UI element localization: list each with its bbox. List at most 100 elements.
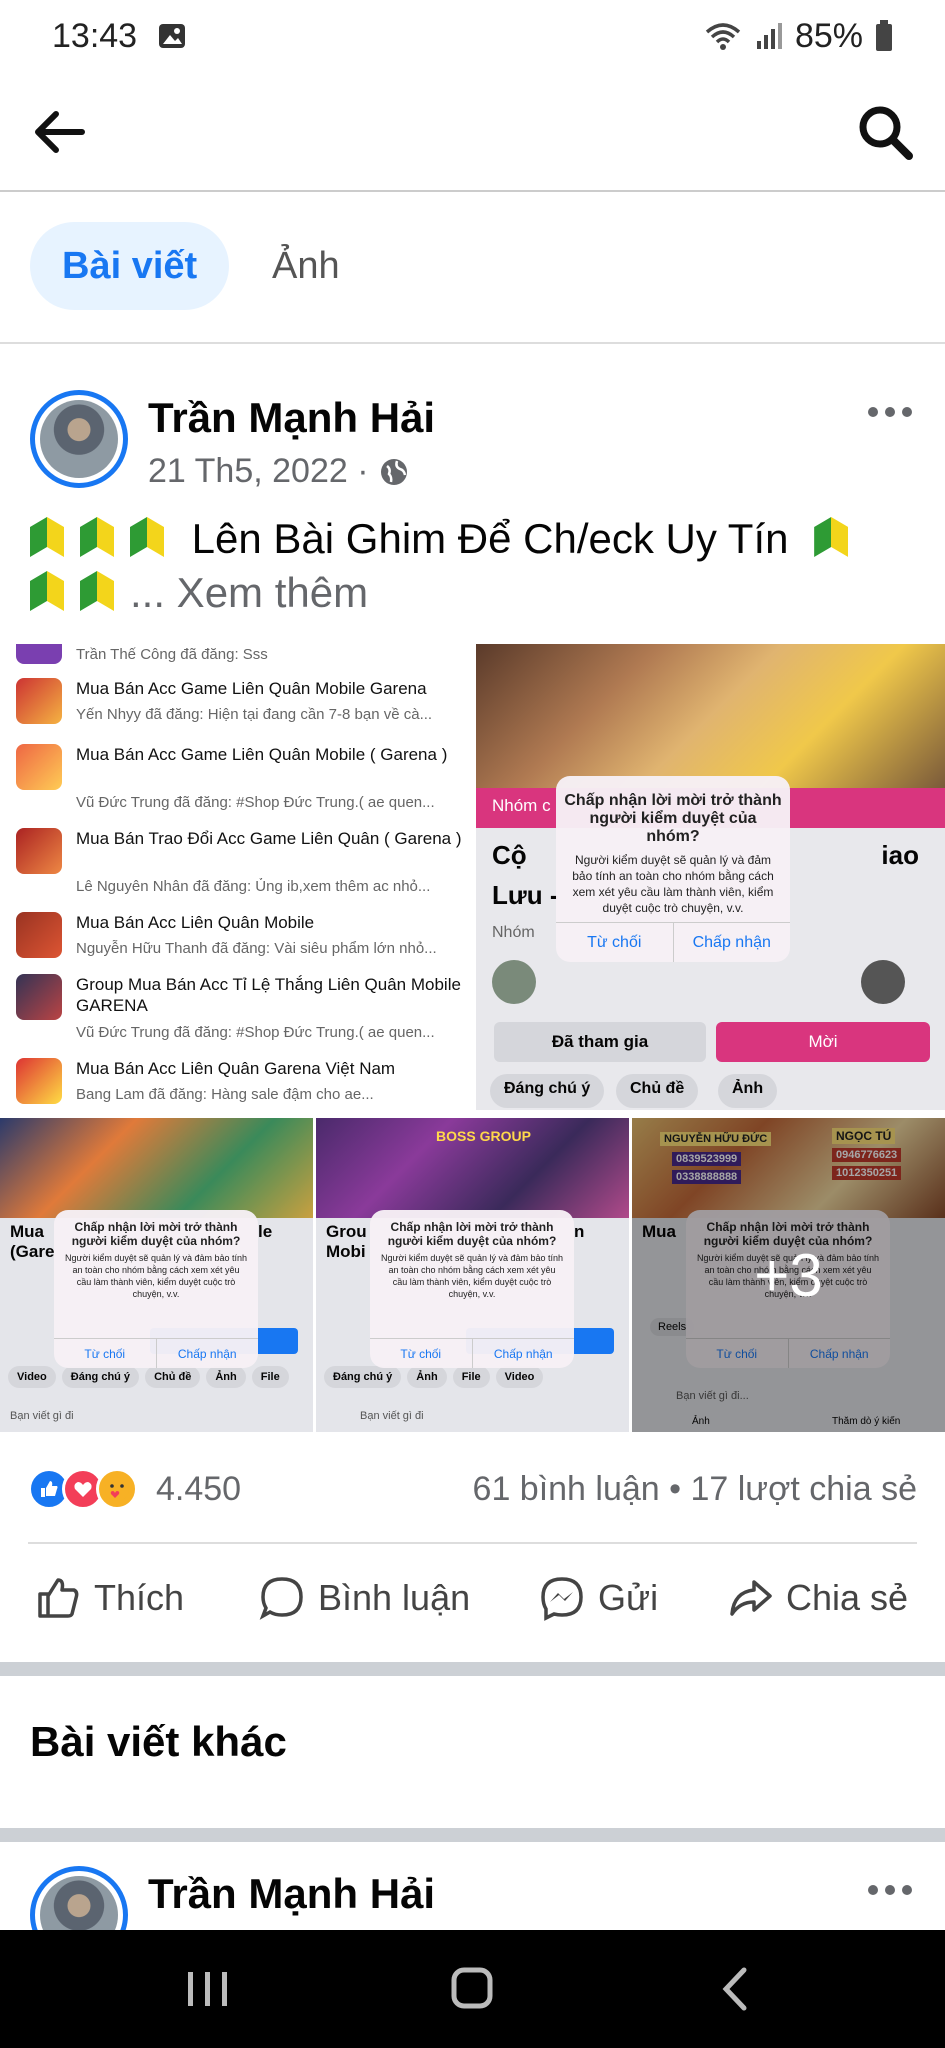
group-thumb [16,974,62,1020]
post-stats: 4.450 61 bình luận • 17 lượt chia sẻ [0,1432,945,1544]
group-sub: Lê Nguyên Nhân đã đăng: Ủng ib,xem thêm … [76,878,431,895]
comment-button[interactable]: Bình luận [258,1568,470,1628]
globe-icon [380,458,407,485]
reaction-icons[interactable] [28,1468,138,1510]
post-meta: 21 Th5, 2022 · [148,452,409,491]
more-photos-overlay[interactable]: +3 [632,1118,945,1432]
invite-button: Mời [716,1022,930,1062]
reaction-count[interactable]: 4.450 [156,1470,241,1509]
thumb-title: le [258,1222,273,1241]
more-options-icon[interactable] [865,402,915,422]
post-body: Lên Bài Ghim Để Ch/eck Uy Tín [191,515,789,562]
chip: Đáng chú ý [61,1366,140,1388]
like-button[interactable]: Thích [34,1568,184,1628]
member-avatar [861,960,905,1004]
moderator-dialog: Chấp nhận lời mời trở thành người kiểm d… [54,1210,258,1368]
status-time: 13:43 [52,16,138,55]
group-title: Mua Bán Acc Game Liên Quân Mobile ( Gare… [76,745,448,764]
cover-art [476,644,945,788]
group-thumb [16,678,62,724]
battery-icon [876,20,892,51]
chip: Video [495,1366,544,1388]
photo-thumb[interactable]: BOSS GROUP Grou Mobi n Đáng chú ý Ảnh Fi… [316,1118,629,1432]
photo-grid: Trần Thế Công đã đăng: Sss Mua Bán Acc G… [0,644,945,1432]
post-date[interactable]: 21 Th5, 2022 · [148,452,369,491]
send-button[interactable]: Gửi [538,1568,658,1628]
top-bar [0,72,945,192]
see-more-link[interactable]: ... Xem thêm [130,569,368,616]
group-sub: Yến Nhyy đã đăng: Hiện tại đang cần 7-8 … [76,706,433,723]
back-arrow-icon[interactable] [28,100,92,164]
group-sub: Trần Thế Công đã đăng: Sss [76,646,268,663]
group-thumb [16,644,62,664]
comments-shares[interactable]: 61 bình luận • 17 lượt chia sẻ [473,1470,917,1509]
dialog-body: Người kiểm duyệt sẽ quản lý và đảm bảo t… [572,853,774,915]
battery-percent: 85% [794,16,863,55]
messenger-icon [541,1577,583,1621]
photo-group-list[interactable]: Trần Thế Công đã đăng: Sss Mua Bán Acc G… [0,644,470,1110]
group-thumb [16,912,62,958]
tab-posts[interactable]: Bài viết [30,222,230,310]
photo-thumb-more[interactable]: NGUYỄN HỮU ĐỨC 0839523999 0338888888 NGỌ… [632,1118,945,1432]
moderator-dialog: Chấp nhận lời mời trở thành người kiểm d… [370,1210,574,1368]
signal-icon [756,23,782,49]
home-icon[interactable] [442,1964,502,2014]
thumb-title: n [574,1222,585,1241]
next-post: Trần Mạnh Hải [0,1842,945,1930]
group-sub: Vũ Đức Trung đã đăng: #Shop Đức Trung.( … [76,1024,435,1041]
like-icon [38,1578,79,1618]
post-author[interactable]: Trần Mạnh Hải [148,1870,435,1918]
avatar[interactable] [30,1866,128,1930]
chip: Đáng chú ý [324,1366,402,1388]
photo-thumb[interactable]: Mua (Gare le Video Đáng chú ý Chủ đề Ảnh… [0,1118,313,1432]
group-sub: Bang Lam đã đăng: Hàng sale đậm cho ae..… [76,1086,374,1103]
card-title-right: iao [881,840,919,870]
dialog-body: Người kiểm duyệt sẽ quản lý và đảm bảo t… [380,1253,564,1299]
group-title: Mua Bán Trao Đổi Acc Game Liên Quân ( Ga… [76,829,462,848]
thumb-title: Mobi [326,1242,366,1261]
group-title: Mua Bán Acc Liên Quân Mobile [76,913,315,932]
group-title: Mua Bán Acc Game Liên Quân Mobile Garena [76,679,427,698]
chip: Đáng chú ý [490,1074,605,1108]
dialog-title: Chấp nhận lời mời trở thành người kiểm d… [71,1220,241,1248]
card-title-line2: Lưu - [492,880,559,910]
thumb-title: Grou [326,1222,367,1241]
send-label: Gửi [598,1577,659,1618]
post-text: Lên Bài Ghim Để Ch/eck Uy Tín ... Xem th… [30,512,920,620]
chip: File [452,1366,490,1388]
chip: File [251,1366,289,1388]
post-author[interactable]: Trần Mạnh Hải [148,394,435,442]
beginner-icon [30,517,64,557]
tab-photos[interactable]: Ảnh [240,222,372,310]
beginner-icon [30,571,64,611]
thumb-title: Mua [10,1222,44,1241]
composer: Bạn viết gì đi [360,1410,424,1422]
group-sub: Nguyễn Hữu Thanh đã đăng: Vài siêu phẩm … [76,940,437,957]
like-label: Thích [94,1577,185,1618]
chip: Chủ đề [616,1074,699,1108]
comment-label: Bình luận [318,1577,471,1618]
avatar[interactable] [30,390,128,488]
beginner-icon [814,517,849,557]
more-options-icon[interactable] [865,1880,915,1900]
dialog-body: Người kiểm duyệt sẽ quản lý và đảm bảo t… [64,1253,248,1299]
group-title: Mua Bán Acc Liên Quân Garena Việt Nam [76,1059,396,1078]
group-thumb [16,1058,62,1104]
post-actions: Thích Bình luận Gửi Chia sẻ [0,1544,945,1662]
reject-button: Từ chối [400,1347,442,1361]
search-icon[interactable] [853,100,917,164]
card-title-left: Cộ [492,840,527,870]
chip: Ảnh [407,1366,447,1388]
status-bar: 13:43 85% [0,0,945,72]
moderator-dialog: Chấp nhận lời mời trở thành người kiểm d… [556,776,790,962]
recent-apps-icon[interactable] [178,1964,238,2014]
chip: Chủ đề [145,1366,201,1388]
back-nav-icon[interactable] [706,1964,766,2014]
photo-group-card[interactable]: Nhóm c Cộ iao Lưu - Nhóm Đã tham gia Mời… [476,644,945,1110]
share-icon [730,1580,772,1616]
share-button[interactable]: Chia sẻ [726,1568,908,1628]
other-posts-heading: Bài viết khác [30,1718,287,1765]
group-title: Group Mua Bán Acc Tỉ Lệ Thắng Liên Quân … [76,975,461,1015]
accept-button: Chấp nhận [672,923,791,962]
chip: Ảnh [206,1366,246,1388]
